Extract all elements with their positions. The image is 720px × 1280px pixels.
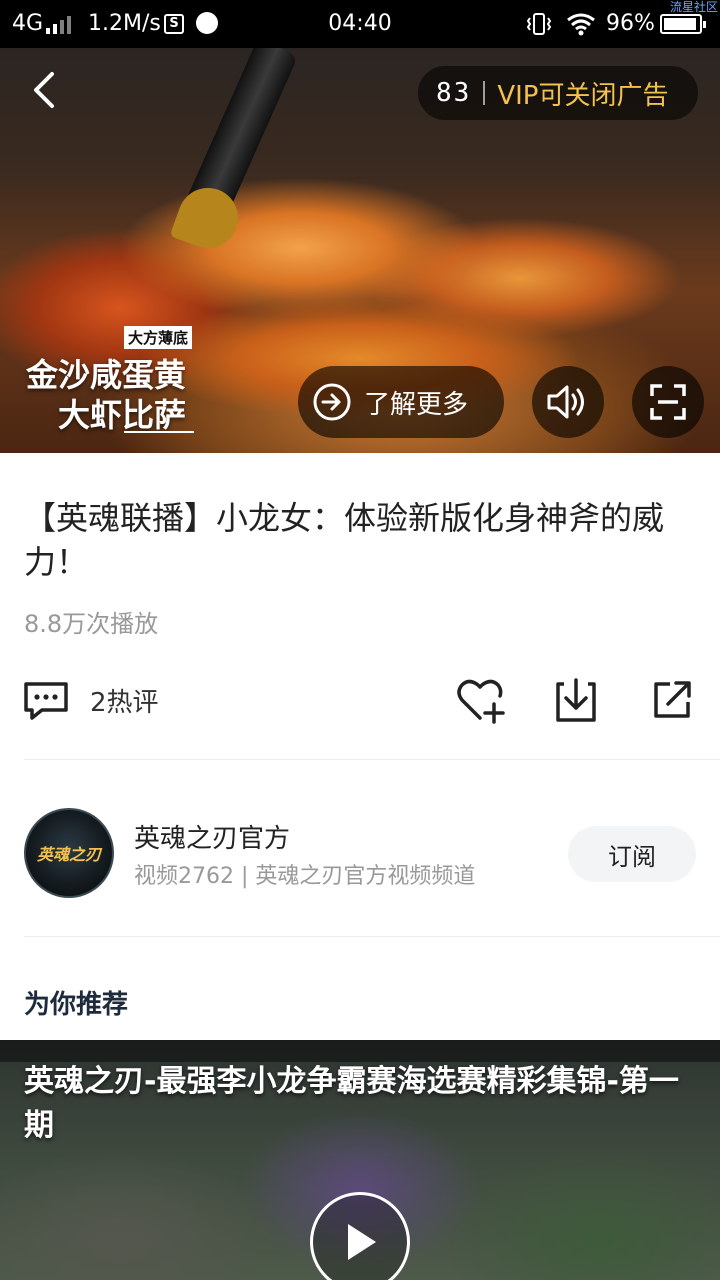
comment-icon[interactable]	[22, 680, 70, 722]
learn-more-label: 了解更多	[364, 389, 469, 420]
battery-percent: 96%	[606, 11, 655, 36]
channel-avatar[interactable]: 英魂之刃	[24, 808, 114, 898]
action-row: 2热评	[0, 666, 720, 736]
share-icon[interactable]	[650, 678, 694, 722]
divider	[24, 936, 720, 937]
status-bar: 4G 1.2M/s S 04:40 96% 流星社区	[0, 0, 720, 48]
arrow-circle-right-icon	[313, 383, 351, 421]
vip-close-ad-label: VIP可关闭广告	[497, 80, 669, 111]
volume-icon	[547, 385, 584, 419]
ad-brand-line2: 大虾比萨	[58, 396, 187, 434]
channel-name[interactable]: 英魂之刃官方	[134, 818, 290, 855]
battery-icon	[660, 14, 706, 34]
heart-add-icon[interactable]	[454, 676, 506, 724]
recommend-heading: 为你推荐	[24, 990, 129, 1020]
channel-avatar-logo: 英魂之刃	[36, 845, 101, 864]
back-icon[interactable]	[22, 66, 70, 114]
hot-comments-link[interactable]: 2热评	[90, 682, 159, 719]
volume-button[interactable]	[532, 366, 604, 438]
vibrate-icon	[526, 13, 552, 35]
subscribe-button[interactable]: 订阅	[568, 826, 696, 882]
recommend-video-card[interactable]: 英魂之刃-最强李小龙争霸赛海选赛精彩集锦-第一期	[0, 1040, 720, 1280]
watermark: 流星社区	[669, 0, 718, 14]
divider	[24, 759, 720, 760]
video-title: 【英魂联播】小龙女：体验新版化身神斧的威力！	[24, 499, 665, 581]
fullscreen-icon	[650, 384, 686, 420]
ad-brand-tag: 大方薄底	[124, 326, 193, 349]
download-icon[interactable]	[552, 678, 600, 724]
channel-meta: 视频2762 | 英魂之刃官方视频频道	[134, 864, 476, 889]
ad-brand-underline	[124, 431, 194, 433]
ad-separator	[483, 81, 486, 105]
learn-more-button[interactable]: 了解更多	[298, 366, 504, 438]
recommend-video-title: 英魂之刃-最强李小龙争霸赛海选赛精彩集锦-第一期	[24, 1064, 679, 1143]
game-hud	[0, 1040, 720, 1062]
wifi-icon	[567, 13, 595, 36]
fullscreen-button[interactable]	[632, 366, 704, 438]
vip-close-ad-button[interactable]: 83 VIP可关闭广告	[418, 66, 698, 120]
ad-video-player[interactable]: 83 VIP可关闭广告 大方薄底 金沙咸蛋黄 大虾比萨 了解更多	[0, 48, 720, 453]
play-icon	[348, 1224, 376, 1260]
ad-countdown: 83	[436, 78, 472, 108]
play-button[interactable]	[310, 1192, 410, 1280]
play-count: 8.8万次播放	[24, 610, 159, 638]
